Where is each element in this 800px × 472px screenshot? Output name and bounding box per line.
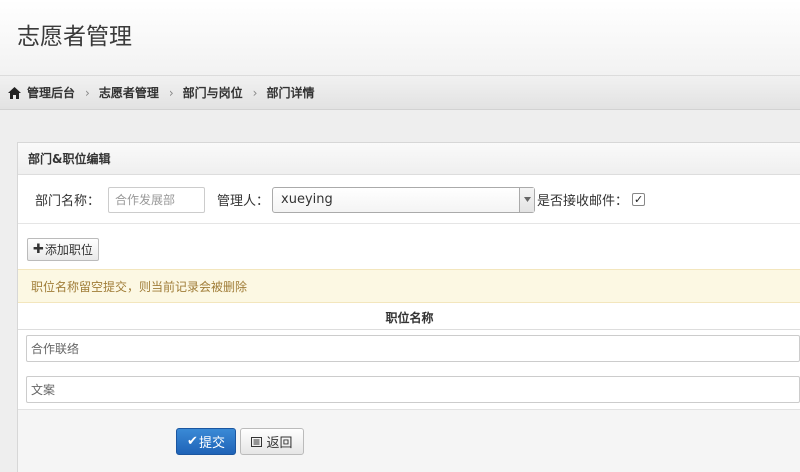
add-position-label: 添加职位 <box>44 243 93 257</box>
submit-label: 提交 <box>198 436 225 451</box>
list-icon <box>251 436 263 447</box>
department-name-placeholder: 合作发展部 <box>115 193 176 207</box>
breadcrumb: 管理后台 › 志愿者管理 › 部门与岗位 › 部门详情 <box>0 76 800 110</box>
position-input[interactable]: 文案 <box>26 376 800 403</box>
department-form-row: 部门名称： 合作发展部 管理人： xueying 是否接收邮件： ✓ <box>18 176 800 224</box>
back-label: 返回 <box>266 436 293 451</box>
department-name-label: 部门名称： <box>35 194 101 209</box>
check-icon: ✓ <box>633 193 644 206</box>
position-input-value: 合作联络 <box>31 342 80 356</box>
home-icon[interactable] <box>8 86 21 99</box>
manager-label: 管理人： <box>217 194 270 209</box>
submit-button[interactable]: ✔ 提交 <box>176 428 236 455</box>
email-label: 是否接收邮件： <box>537 194 629 209</box>
breadcrumb-item-current: 部门详情 <box>266 86 315 100</box>
position-input-value: 文案 <box>31 383 56 397</box>
manager-select[interactable]: xueying <box>272 186 536 213</box>
plus-icon: ✚ <box>33 242 44 257</box>
manager-select-value: xueying <box>281 192 333 207</box>
notice-alert: 职位名称留空提交，则当前记录会被删除 <box>18 269 800 303</box>
add-position-button[interactable]: ✚ 添加职位 <box>27 238 99 261</box>
breadcrumb-item-admin[interactable]: 管理后台 <box>27 84 75 101</box>
position-input[interactable]: 合作联络 <box>26 335 800 362</box>
back-button[interactable]: 返回 <box>240 428 304 455</box>
edit-panel: 部门&职位编辑 部门名称： 合作发展部 管理人： xueying 是否接收邮件：… <box>17 142 800 472</box>
breadcrumb-item-volunteers[interactable]: 志愿者管理 <box>99 84 159 101</box>
breadcrumb-item-departments[interactable]: 部门与岗位 <box>183 84 243 101</box>
form-actions: ✔ 提交 返回 <box>18 409 800 472</box>
breadcrumb-separator: › <box>168 85 174 100</box>
breadcrumb-separator: › <box>252 85 258 100</box>
breadcrumb-separator: › <box>85 85 90 100</box>
chevron-down-icon[interactable] <box>519 187 535 212</box>
panel-title: 部门&职位编辑 <box>18 143 800 175</box>
check-icon: ✔ <box>187 434 198 449</box>
position-column-header: 职位名称 <box>18 305 800 330</box>
page-title: 志愿者管理 <box>17 24 132 50</box>
page-header: 志愿者管理 <box>0 0 800 76</box>
department-name-input[interactable]: 合作发展部 <box>108 186 206 213</box>
email-checkbox[interactable]: ✓ <box>632 193 646 206</box>
